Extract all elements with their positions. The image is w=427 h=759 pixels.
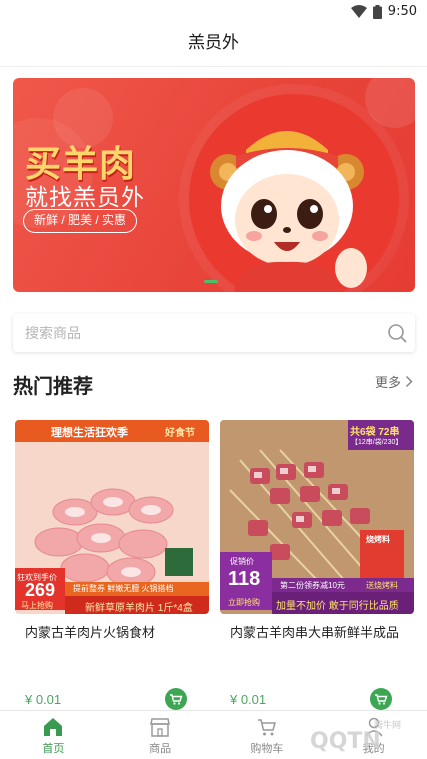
svg-text:QQTN: QQTN xyxy=(310,729,381,754)
status-time: 9:50 xyxy=(387,4,417,19)
carousel-dot-active[interactable] xyxy=(204,280,218,283)
nav-item-products[interactable]: 商品 xyxy=(107,711,214,759)
image-badge-price: 269 xyxy=(25,580,56,600)
status-icons: 9:50 xyxy=(350,4,417,19)
chevron-right-icon xyxy=(405,375,413,388)
divider xyxy=(0,66,427,67)
search-icon[interactable] xyxy=(387,323,407,343)
image-badge-top: 促销价 xyxy=(230,557,254,566)
watermark-logo: QQTN 腾牛网 xyxy=(310,719,401,754)
product-image[interactable]: 理想生活狂欢季 好食节 狂欢到手价 269 马上抢购 提前整券 鲜嫩无膻 火锅搭… xyxy=(15,420,209,614)
image-strip-top-right: 送烧烤料 xyxy=(366,581,398,590)
image-badge-bottom: 立即抢购 xyxy=(228,598,260,607)
product-image[interactable]: 共6袋 72串 【12串/袋/230】 促销价 118 立即抢购 第二份领券减1… xyxy=(220,420,414,614)
wifi-icon xyxy=(350,5,367,18)
image-seasoning-label: 烧烤料 xyxy=(366,535,390,544)
product-price: ¥ 0.01 xyxy=(25,692,62,707)
promo-banner[interactable]: 买羊肉 就找羔员外 新鲜 / 肥美 / 实惠 xyxy=(13,78,415,292)
banner-tags: 新鲜 / 肥美 / 实惠 xyxy=(23,209,138,233)
home-icon xyxy=(44,718,63,736)
section-title: 热门推荐 xyxy=(13,376,93,398)
svg-text:腾牛网: 腾牛网 xyxy=(374,719,401,731)
image-strip-bottom: 加量不加价 敢于同行比品质 xyxy=(276,601,399,612)
cart-icon xyxy=(170,694,183,705)
image-corner-top: 共6袋 72串 xyxy=(350,427,400,438)
product-price: ¥ 0.01 xyxy=(230,692,267,707)
image-strip-bottom: 新鲜草原羊肉片 1斤*4盒 xyxy=(85,603,193,614)
image-strip-top: 第二份领券减10元 xyxy=(280,581,345,590)
image-strip-top: 提前整券 鲜嫩无膻 火锅搭档 xyxy=(73,584,174,593)
sheep-mascot-illustration xyxy=(210,131,367,292)
search-bar[interactable] xyxy=(13,314,415,352)
shop-icon xyxy=(150,718,171,737)
cart-icon xyxy=(375,694,388,705)
more-label: 更多 xyxy=(374,375,401,390)
search-input[interactable] xyxy=(13,314,373,352)
nav-label: 商品 xyxy=(149,743,172,755)
image-badge-price: 118 xyxy=(228,568,261,590)
image-brand: 好食节 xyxy=(165,428,195,439)
add-to-cart-button[interactable] xyxy=(165,688,187,710)
page-title: 羔员外 xyxy=(188,33,239,52)
add-to-cart-button[interactable] xyxy=(370,688,392,710)
more-link[interactable]: 更多 xyxy=(375,372,413,391)
image-top-banner: 理想生活狂欢季 xyxy=(51,427,128,439)
nav-label: 首页 xyxy=(42,743,65,755)
product-card[interactable]: 共6袋 72串 【12串/袋/230】 促销价 118 立即抢购 第二份领券减1… xyxy=(218,420,414,716)
status-bar: 9:50 xyxy=(0,0,427,26)
banner-subline: 就找羔员外 xyxy=(25,184,145,210)
nav-label: 购物车 xyxy=(250,743,284,755)
battery-icon xyxy=(372,4,382,19)
image-badge-bottom: 马上抢购 xyxy=(21,601,53,610)
image-corner-bottom: 【12串/袋/230】 xyxy=(351,439,403,446)
watermark: QQTN 腾牛网 xyxy=(300,716,420,756)
cart-icon xyxy=(257,719,276,736)
product-name[interactable]: 内蒙古羊肉片火锅食材 xyxy=(25,622,155,641)
product-card[interactable]: 理想生活狂欢季 好食节 狂欢到手价 269 马上抢购 提前整券 鲜嫩无膻 火锅搭… xyxy=(13,420,209,716)
nav-item-home[interactable]: 首页 xyxy=(0,711,107,759)
product-name[interactable]: 内蒙古羊肉串大串新鲜半成品 xyxy=(230,622,399,641)
app-bar: 羔员外 xyxy=(0,26,427,66)
carousel-indicator[interactable] xyxy=(204,280,218,283)
